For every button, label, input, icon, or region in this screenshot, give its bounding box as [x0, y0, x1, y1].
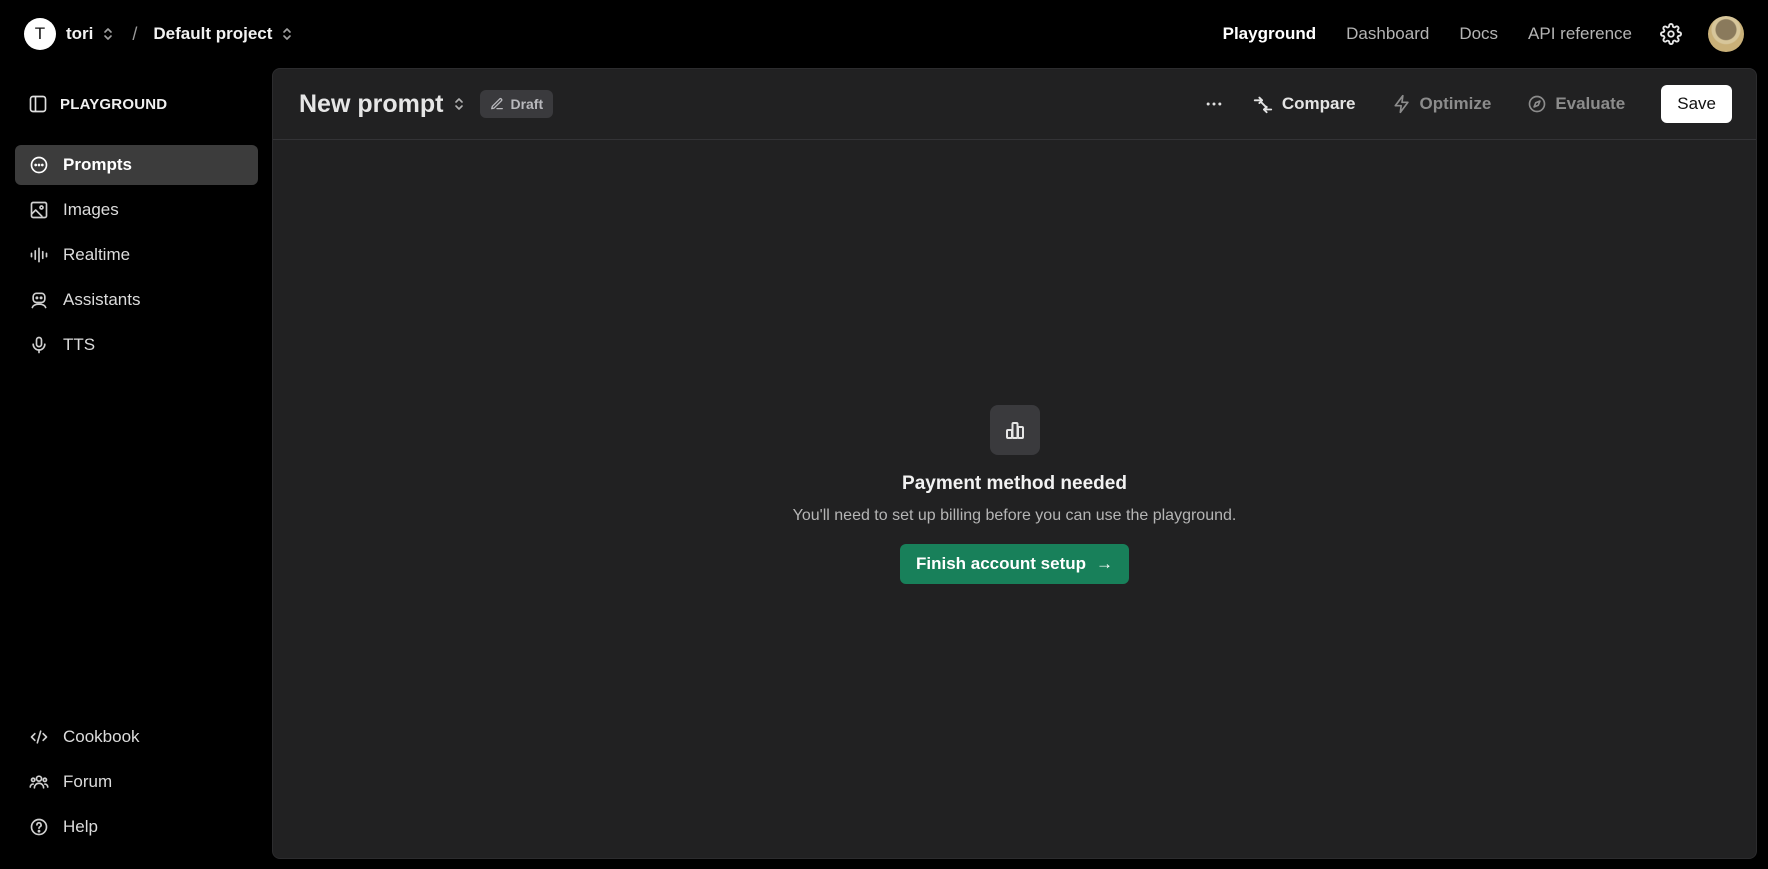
save-button[interactable]: Save	[1661, 85, 1732, 123]
sidebar-item-prompts[interactable]: Prompts	[15, 145, 258, 185]
more-options-icon[interactable]	[1204, 94, 1224, 114]
empty-state-subtitle: You'll need to set up billing before you…	[792, 507, 1237, 524]
optimize-button[interactable]: Optimize	[1392, 94, 1492, 114]
chevron-updown-icon	[104, 28, 113, 40]
sidebar-item-forum[interactable]: Forum	[15, 762, 258, 802]
nav-api-reference[interactable]: API reference	[1528, 24, 1632, 44]
waveform-icon	[30, 247, 48, 263]
breadcrumb-separator: /	[132, 23, 138, 44]
chevron-updown-icon[interactable]	[453, 95, 465, 113]
sidebar-item-help[interactable]: Help	[15, 807, 258, 847]
image-icon	[30, 201, 48, 219]
compare-icon	[1253, 96, 1272, 114]
draft-label: Draft	[510, 96, 544, 112]
sidebar-title: PLAYGROUND	[60, 95, 168, 113]
sidebar-item-label: Forum	[63, 772, 113, 791]
code-icon	[30, 730, 48, 744]
org-avatar[interactable]: T	[24, 18, 56, 50]
sidebar-item-label: Help	[63, 817, 98, 836]
org-selector[interactable]: tori	[66, 24, 114, 44]
panel-header: New prompt Draft Compare Optimize Evalua…	[273, 69, 1756, 140]
sidebar: PLAYGROUND Prompts Images Realtime Assis…	[0, 68, 272, 869]
sidebar-item-label: Realtime	[63, 245, 131, 264]
nav-playground[interactable]: Playground	[1223, 24, 1317, 44]
org-name: tori	[66, 24, 94, 43]
top-nav: Playground Dashboard Docs API reference	[1223, 0, 1744, 68]
microphone-icon	[32, 336, 46, 354]
finish-account-setup-button[interactable]: Finish account setup →	[899, 544, 1130, 584]
prompt-title[interactable]: New prompt	[299, 90, 443, 119]
help-circle-icon	[30, 818, 48, 836]
project-selector[interactable]: Default project	[153, 24, 293, 44]
sidebar-item-label: TTS	[63, 335, 96, 354]
arrow-right-icon: →	[1096, 554, 1114, 573]
compass-icon	[1528, 95, 1546, 113]
sidebar-item-label: Images	[63, 200, 119, 219]
sidebar-item-label: Cookbook	[63, 727, 140, 746]
sidebar-item-label: Assistants	[63, 290, 141, 309]
sidebar-item-realtime[interactable]: Realtime	[15, 235, 258, 275]
sidebar-item-cookbook[interactable]: Cookbook	[15, 717, 258, 757]
sidebar-item-assistants[interactable]: Assistants	[15, 280, 258, 320]
evaluate-label: Evaluate	[1555, 94, 1626, 113]
org-project-switcher: T tori / Default project	[24, 0, 293, 68]
chat-bubble-icon	[30, 156, 48, 174]
compare-button[interactable]: Compare	[1252, 93, 1356, 115]
empty-state: Payment method needed You'll need to set…	[273, 405, 1756, 584]
sidebar-item-tts[interactable]: TTS	[15, 325, 258, 365]
playground-panel: New prompt Draft Compare Optimize Evalua…	[272, 68, 1757, 859]
gear-icon[interactable]	[1660, 23, 1682, 45]
nav-dashboard[interactable]: Dashboard	[1346, 24, 1429, 44]
optimize-label: Optimize	[1419, 94, 1492, 113]
project-name: Default project	[153, 24, 273, 43]
setup-button-label: Finish account setup	[915, 554, 1087, 573]
lightning-icon	[1394, 94, 1409, 114]
user-avatar[interactable]	[1708, 16, 1744, 52]
draft-badge: Draft	[480, 90, 554, 118]
people-icon	[29, 775, 49, 789]
sidebar-header: PLAYGROUND	[28, 94, 167, 114]
sidebar-item-images[interactable]: Images	[15, 190, 258, 230]
top-bar: T tori / Default project Playground Dash…	[0, 0, 1768, 68]
evaluate-button[interactable]: Evaluate	[1527, 94, 1625, 114]
chart-bars-icon	[989, 405, 1040, 455]
robot-icon	[31, 292, 47, 309]
edit-draft-icon	[491, 98, 504, 110]
chevron-updown-icon	[283, 28, 292, 40]
nav-docs[interactable]: Docs	[1459, 24, 1498, 44]
compare-label: Compare	[1281, 94, 1356, 113]
sidebar-item-label: Prompts	[63, 155, 132, 174]
empty-state-title: Payment method needed	[902, 473, 1127, 494]
sidebar-toggle-icon[interactable]	[28, 94, 48, 114]
